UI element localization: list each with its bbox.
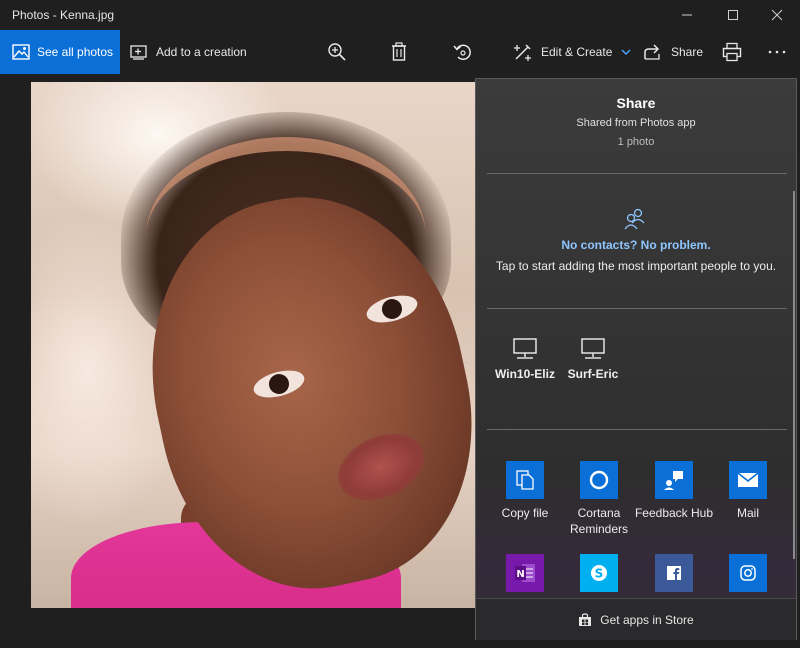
share-app-facebook[interactable] xyxy=(634,554,714,592)
copy-file-icon xyxy=(516,470,534,490)
svg-text:S: S xyxy=(595,567,604,581)
photo-image[interactable] xyxy=(31,82,501,608)
zoom-in-icon xyxy=(328,43,346,61)
share-subtitle: Shared from Photos app xyxy=(576,117,696,129)
onenote-tile: N xyxy=(506,554,544,592)
onenote-icon: N xyxy=(515,564,535,582)
get-apps-in-store-button[interactable]: Get apps in Store xyxy=(476,598,796,640)
rotate-button[interactable] xyxy=(452,30,474,74)
facebook-icon xyxy=(667,566,681,580)
add-to-creation-button[interactable]: Add to a creation xyxy=(130,30,247,74)
more-options-button[interactable] xyxy=(768,30,786,74)
feedback-hub-icon xyxy=(664,471,683,490)
share-label: Share xyxy=(671,45,704,59)
rotate-icon xyxy=(453,44,471,61)
share-count: 1 photo xyxy=(617,136,655,148)
zoom-button[interactable] xyxy=(327,30,347,74)
cortana-icon xyxy=(589,470,609,490)
instagram-tile xyxy=(729,554,767,592)
divider xyxy=(487,308,787,309)
app-label: Cortana Reminders xyxy=(569,506,629,536)
toolbar: See all photos Add to a creation Edit & … xyxy=(0,30,800,74)
facebook-tile xyxy=(655,554,693,592)
more-icon xyxy=(768,50,786,54)
add-to-creation-label: Add to a creation xyxy=(156,45,247,59)
maximize-button[interactable] xyxy=(710,0,756,30)
nearby-device-surf-eric[interactable]: Surf-Eric xyxy=(561,337,625,381)
nearby-device-win10-eliz[interactable]: Win10-Eliz xyxy=(493,337,557,381)
instagram-icon xyxy=(740,565,756,581)
add-contacts-text[interactable]: Tap to start adding the most important p… xyxy=(476,259,796,273)
computer-icon xyxy=(581,338,605,359)
share-title: Share xyxy=(616,95,656,111)
minimize-icon xyxy=(682,14,692,16)
chevron-down-icon xyxy=(621,49,631,56)
get-apps-label: Get apps in Store xyxy=(600,612,694,627)
copy-file-tile xyxy=(506,461,544,499)
window-title: Photos - Kenna.jpg xyxy=(12,8,115,22)
no-contacts-link[interactable]: No contacts? No problem. xyxy=(476,238,796,252)
app-label: Feedback Hub xyxy=(634,506,714,520)
share-app-cortana-reminders[interactable]: Cortana Reminders xyxy=(559,461,639,537)
svg-text:N: N xyxy=(516,569,524,580)
share-app-copy-file[interactable]: Copy file xyxy=(485,461,565,521)
skype-tile: S xyxy=(580,554,618,592)
add-to-creation-icon xyxy=(130,45,147,60)
minimize-button[interactable] xyxy=(664,0,710,30)
share-app-mail[interactable]: Mail xyxy=(708,461,788,521)
see-all-photos-button[interactable]: See all photos xyxy=(0,30,120,74)
contacts-icon xyxy=(624,208,645,230)
trash-icon xyxy=(392,42,406,61)
app-label: Mail xyxy=(736,506,759,520)
share-button[interactable]: Share xyxy=(643,30,703,74)
printer-icon xyxy=(722,42,742,62)
app-label: Copy file xyxy=(501,506,549,520)
edit-create-label: Edit & Create xyxy=(541,45,613,59)
edit-create-icon xyxy=(514,44,531,61)
share-app-instagram[interactable] xyxy=(708,554,788,592)
close-icon xyxy=(771,9,783,21)
share-panel: Share Shared from Photos app 1 photo No … xyxy=(475,78,797,640)
divider xyxy=(487,429,787,430)
close-button[interactable] xyxy=(754,0,800,30)
computer-icon xyxy=(513,338,537,359)
cortana-tile xyxy=(580,461,618,499)
mail-icon xyxy=(737,472,759,487)
photo-gallery-icon xyxy=(12,44,30,60)
share-app-onenote[interactable]: N xyxy=(485,554,565,592)
print-button[interactable] xyxy=(722,30,742,74)
device-label: Win10-Eliz xyxy=(495,367,555,381)
divider xyxy=(487,173,787,174)
delete-button[interactable] xyxy=(390,30,408,74)
feedback-hub-tile xyxy=(655,461,693,499)
maximize-icon xyxy=(728,10,738,20)
see-all-photos-label: See all photos xyxy=(37,45,114,59)
device-label: Surf-Eric xyxy=(567,367,619,381)
edit-create-button[interactable]: Edit & Create xyxy=(513,30,632,74)
store-icon xyxy=(579,612,592,626)
share-icon xyxy=(644,44,660,60)
mail-tile xyxy=(729,461,767,499)
share-app-skype[interactable]: S xyxy=(559,554,639,592)
share-app-feedback-hub[interactable]: Feedback Hub xyxy=(634,461,714,521)
title-bar: Photos - Kenna.jpg xyxy=(0,0,800,30)
skype-icon: S xyxy=(591,565,607,581)
